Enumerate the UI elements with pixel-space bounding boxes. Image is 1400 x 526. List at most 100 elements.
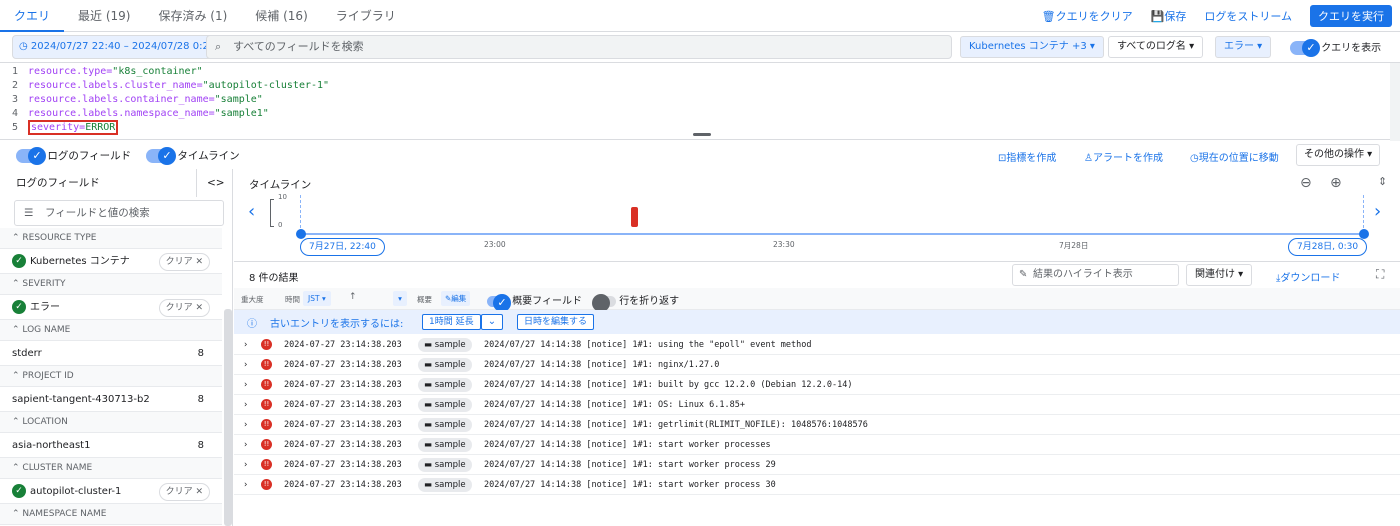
field-value-row[interactable]: sapient-tangent-430713-b2 8 (0, 387, 222, 412)
time-range-picker[interactable]: ◷ 2024/07/27 22:40 – 2024/07/28 0:29 (12, 35, 223, 59)
container-tag[interactable]: ▬ sample (418, 478, 472, 492)
container-tag[interactable]: ▬ sample (418, 378, 472, 392)
editor-line: 5 severity=ERROR (0, 120, 119, 135)
clear-chip[interactable]: クリア ✕ (158, 483, 210, 501)
log-fields-toggle[interactable]: ログのフィールド (16, 147, 131, 165)
query-editor[interactable]: 1 resource.type="k8s_container" 2 resource… (0, 62, 1400, 141)
zoom-out-icon[interactable]: ⊖ (1300, 175, 1312, 191)
jump-to-now-button[interactable]: ◷現在の位置に移動 (1190, 149, 1279, 164)
results-toolbar: ログのフィールド タイムライン ⊡指標を作成 ♙アラートを作成 ◷現在の位置に移… (0, 141, 1400, 169)
log-row[interactable]: ›!! 2024-07-27 23:14:38.203 ▬ sample 2024/0… (234, 355, 1400, 375)
box-icon: ▬ (424, 440, 435, 450)
section-header[interactable]: ⌃ CLUSTER NAME (0, 458, 222, 479)
editor-line: 4 resource.labels.namespace_name="sample1… (11, 108, 269, 119)
end-time-label[interactable]: 7月28日, 0:30 (1288, 238, 1368, 256)
section-header[interactable]: ⌃ PROJECT ID (0, 366, 222, 387)
check-icon: ✓ (12, 300, 26, 314)
start-time-label[interactable]: 7月27日, 22:40 (300, 238, 385, 256)
expand-chevron-icon[interactable]: › (244, 475, 247, 495)
expand-chevron-icon[interactable]: › (244, 355, 247, 375)
search-input[interactable]: ⌕ すべてのフィールドを検索 (206, 35, 952, 59)
wrap-lines-toggle[interactable]: 行を折り返す (592, 292, 679, 312)
log-timestamp: 2024-07-27 23:14:38.203 (284, 480, 402, 490)
log-row[interactable]: ›!! 2024-07-27 23:14:38.203 ▬ sample 2024/0… (234, 475, 1400, 495)
y-axis-bracket (270, 199, 274, 227)
error-severity-icon: !! (261, 479, 272, 490)
expand-chevron-icon[interactable]: › (244, 375, 247, 395)
summary-fields-toggle[interactable]: 概要フィールド (487, 292, 582, 312)
container-tag[interactable]: ▬ sample (418, 398, 472, 412)
more-actions-dropdown[interactable]: その他の操作 ▾ (1296, 144, 1381, 166)
run-query-button[interactable]: クエリを実行 (1310, 5, 1392, 27)
log-row[interactable]: ›!! 2024-07-27 23:14:38.203 ▬ sample 2024/0… (234, 395, 1400, 415)
log-row[interactable]: ›!! 2024-07-27 23:14:38.203 ▬ sample 2024/0… (234, 455, 1400, 475)
field-value-row[interactable]: stderr 8 (0, 341, 222, 366)
log-name-dropdown[interactable]: すべてのログ名 ▾ (1108, 36, 1204, 58)
expand-chevron-icon[interactable]: › (244, 415, 247, 435)
field-value-row[interactable]: ✓ Kubernetes コンテナ クリア ✕ (0, 249, 222, 274)
log-row[interactable]: ›!! 2024-07-27 23:14:38.203 ▬ sample 2024/0… (234, 375, 1400, 395)
container-tag[interactable]: ▬ sample (418, 438, 472, 452)
section-header[interactable]: ⌃ NAMESPACE NAME (0, 504, 222, 525)
edit-time-button[interactable]: 日時を編集する (517, 314, 595, 330)
tab-saved[interactable]: 保存済み (1) (144, 0, 241, 32)
chevron-right-icon[interactable]: › (1374, 201, 1381, 222)
chevron-down-icon[interactable]: ⌄ (481, 314, 503, 330)
column-menu-icon[interactable]: ▾ (393, 291, 407, 306)
expand-chevron-icon[interactable]: › (244, 335, 247, 355)
resource-dropdown[interactable]: Kubernetes コンテナ +3 ▾ (960, 36, 1104, 58)
tab-suggested[interactable]: 候補 (16) (241, 0, 321, 32)
field-search-input[interactable]: ☰ フィールドと値の検索 (14, 200, 224, 226)
timezone-dropdown[interactable]: JST ▾ (303, 291, 331, 306)
field-value-row[interactable]: ✓ autopilot-cluster-1 クリア ✕ (0, 479, 222, 504)
container-tag[interactable]: ▬ sample (418, 418, 472, 432)
severity-dropdown[interactable]: エラー ▾ (1215, 36, 1272, 58)
log-row[interactable]: ›!! 2024-07-27 23:14:38.203 ▬ sample 2024/0… (234, 415, 1400, 435)
fullscreen-icon[interactable]: ⛶ (1376, 267, 1384, 282)
panel-header: ログのフィールド <> (0, 169, 232, 197)
resize-handle[interactable] (693, 133, 711, 136)
show-query-toggle[interactable]: クエリを表示 (1290, 39, 1381, 57)
container-tag[interactable]: ▬ sample (418, 358, 472, 372)
save-query-button[interactable]: 💾保存 (1151, 8, 1187, 24)
extend-button[interactable]: 1時間 延長 (422, 314, 481, 330)
timeline-error-bar[interactable] (631, 207, 638, 227)
clear-chip[interactable]: クリア ✕ (158, 253, 210, 271)
zoom-in-icon[interactable]: ⊕ (1330, 175, 1342, 191)
section-header[interactable]: ⌃ LOG NAME (0, 320, 222, 341)
expand-chevron-icon[interactable]: › (244, 455, 247, 475)
container-tag[interactable]: ▬ sample (418, 458, 472, 472)
box-icon: ▬ (424, 380, 435, 390)
field-value-row[interactable]: ✓ エラー クリア ✕ (0, 295, 222, 320)
stream-logs-button[interactable]: ログをストリーム (1204, 8, 1292, 24)
section-header[interactable]: ⌃ LOCATION (0, 412, 222, 433)
download-button[interactable]: ⤓ダウンロード (1276, 269, 1340, 284)
expand-chevron-icon[interactable]: › (244, 395, 247, 415)
range-start-handle[interactable] (296, 229, 306, 239)
timeline-toggle[interactable]: タイムライン (146, 147, 240, 165)
section-header[interactable]: ⌃ SEVERITY (0, 274, 222, 295)
expand-chevron-icon[interactable]: › (244, 435, 247, 455)
section-header[interactable]: ⌃ RESOURCE TYPE (0, 228, 222, 249)
highlight-input[interactable]: ✎ 結果のハイライト表示 (1012, 264, 1179, 286)
create-metric-button[interactable]: ⊡指標を作成 (998, 149, 1056, 164)
tab-query[interactable]: クエリ (0, 0, 65, 32)
chevron-left-icon[interactable]: ‹ (248, 201, 255, 222)
container-tag[interactable]: ▬ sample (418, 338, 472, 352)
create-alert-button[interactable]: ♙アラートを作成 (1084, 149, 1163, 164)
edit-summary-button[interactable]: ✎編集 (441, 291, 471, 306)
sort-arrow-icon[interactable]: ↑ (349, 292, 357, 302)
panel-scrollbar[interactable] (224, 309, 232, 526)
clear-query-button[interactable]: 🗑クエリをクリア (1042, 8, 1133, 24)
expand-collapse-icon[interactable]: ⇕ (1378, 175, 1387, 188)
log-row[interactable]: ›!! 2024-07-27 23:14:38.203 ▬ sample 2024/0… (234, 335, 1400, 355)
clear-chip[interactable]: クリア ✕ (158, 299, 210, 317)
editor-scrollbar[interactable] (1390, 63, 1400, 141)
field-sections: ⌃ RESOURCE TYPE ✓ Kubernetes コンテナ クリア ✕ ⌃ … (0, 228, 222, 525)
correlate-dropdown[interactable]: 関連付け ▾ (1186, 264, 1253, 286)
tab-recent[interactable]: 最近 (19) (64, 0, 144, 32)
collapse-icon[interactable]: <> (207, 169, 225, 197)
field-value-row[interactable]: asia-northeast1 8 (0, 433, 222, 458)
log-row[interactable]: ›!! 2024-07-27 23:14:38.203 ▬ sample 2024/0… (234, 435, 1400, 455)
tab-library[interactable]: ライブラリ (322, 0, 410, 32)
